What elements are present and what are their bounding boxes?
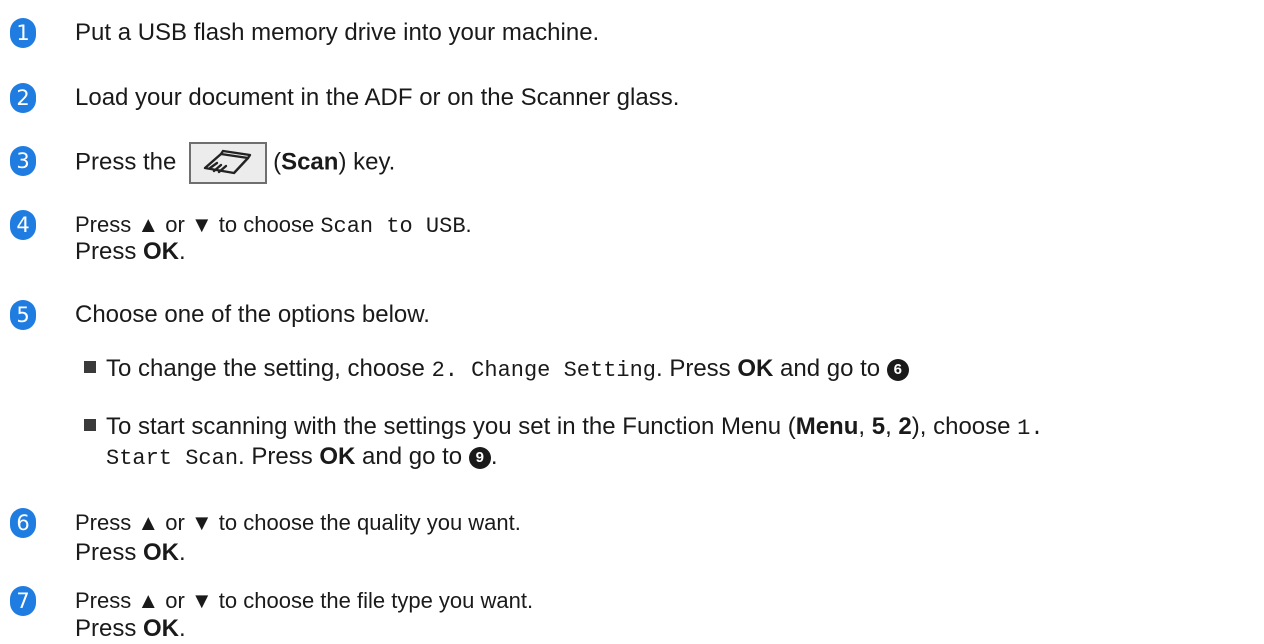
option-text: ), choose (911, 413, 1018, 440)
option-text: and go to (355, 443, 469, 470)
step-text-part: Press the (75, 148, 177, 176)
step-text-part: Press (75, 615, 144, 642)
step-text-part: . (465, 212, 472, 237)
step-text-line2: Press OK. (75, 614, 186, 644)
step-text-part: Press (75, 238, 144, 265)
menu-key-name: Menu (795, 413, 859, 440)
option-text: . (490, 443, 498, 470)
ok-key-name: OK (143, 615, 180, 642)
step-text-part: . (179, 238, 186, 265)
bullet-square-icon (84, 419, 96, 431)
menu-code: 1. (1017, 416, 1044, 441)
step-reference-badge: 6 (886, 359, 909, 381)
step-text-line2: Press OK. (75, 237, 186, 267)
step-text-part: . (179, 539, 186, 566)
option-start-scan: To start scanning with the settings you … (84, 412, 1044, 444)
option-text: To change the setting, choose (106, 355, 432, 382)
step-number-badge: 5 (10, 300, 36, 330)
step-number-badge: 6 (10, 508, 36, 538)
option-text: . Press (656, 355, 738, 382)
option-text: To start scanning with the settings you … (106, 413, 796, 440)
step-text: Press ▲ or ▼ to choose the file type you… (75, 588, 534, 613)
menu-code: Scan to USB (320, 214, 466, 239)
key-paren-open: ( (273, 148, 282, 176)
step-number-badge: 3 (10, 146, 36, 176)
option-text: . Press (238, 443, 320, 470)
ok-key-name: OK (143, 238, 180, 265)
step-text-line2: Press OK. (75, 538, 186, 568)
menu-code: 2. Change Setting (431, 358, 656, 383)
step-text-part: . (179, 615, 186, 642)
option-text: , (885, 413, 899, 440)
ok-key-name: OK (319, 443, 356, 470)
step-text-part: Press (75, 539, 144, 566)
menu-number: 2 (898, 413, 912, 440)
step-text: Put a USB flash memory drive into your m… (75, 19, 600, 46)
step-number-badge: 1 (10, 18, 36, 48)
scan-key-name: Scan (281, 148, 339, 176)
ok-key-name: OK (143, 539, 180, 566)
key-paren-close: ) key. (338, 148, 396, 176)
step-text-part: Press ▲ or ▼ to choose (75, 212, 321, 237)
option-text: , (858, 413, 872, 440)
option-start-scan-line2: Start Scan. Press OK and go to 9. (106, 442, 498, 474)
step-text: Press ▲ or ▼ to choose the quality you w… (75, 510, 521, 535)
step-number-badge: 7 (10, 586, 36, 616)
scanner-icon (189, 142, 268, 184)
menu-code: Start Scan (106, 446, 239, 471)
ok-key-name: OK (737, 355, 774, 382)
option-change-setting: To change the setting, choose 2. Change … (84, 354, 909, 386)
step-number-badge: 2 (10, 83, 36, 113)
step-text: Press the (Scan) key. (75, 142, 395, 184)
step-reference-badge: 9 (468, 447, 491, 469)
option-text: and go to (773, 355, 887, 382)
menu-number: 5 (871, 413, 886, 440)
step-text: Load your document in the ADF or on the … (75, 84, 680, 111)
bullet-square-icon (84, 361, 96, 373)
step-text: Choose one of the options below. (75, 301, 430, 328)
step-number-badge: 4 (10, 210, 36, 240)
